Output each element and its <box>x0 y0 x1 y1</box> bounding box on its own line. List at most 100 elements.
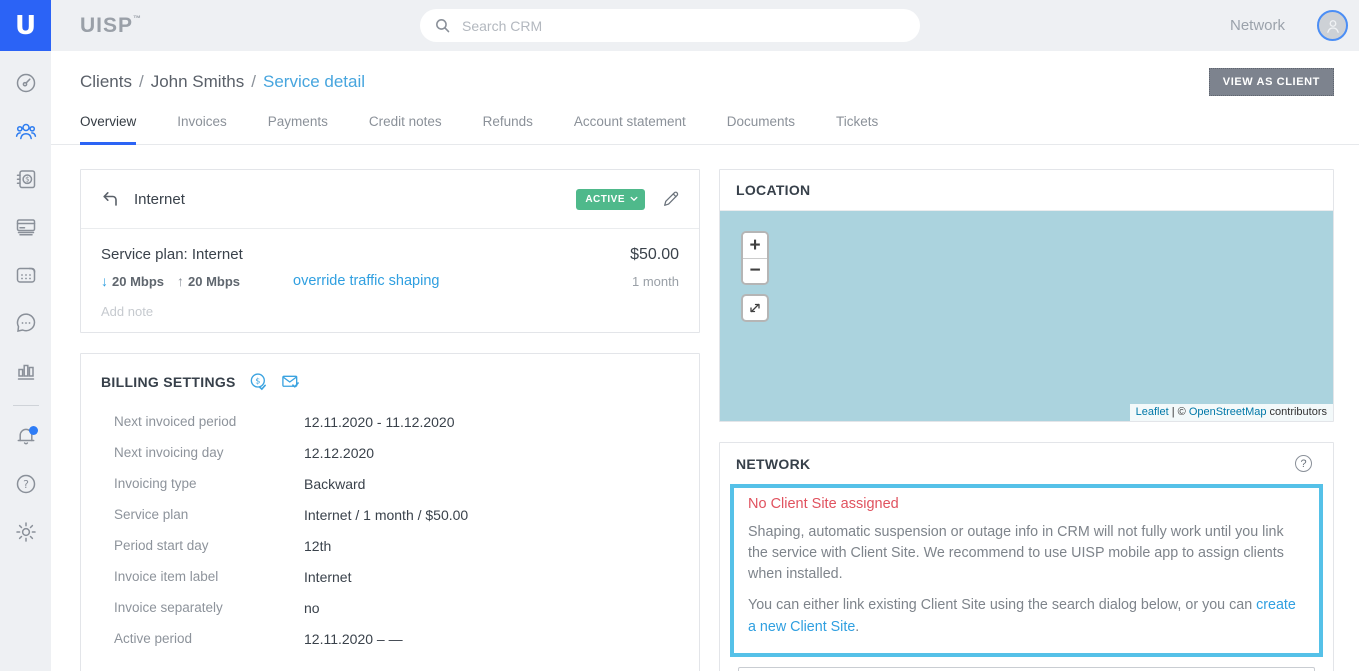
billing-row: Invoicing typeBackward <box>114 468 679 499</box>
leaflet-link[interactable]: Leaflet <box>1136 406 1169 418</box>
scheduling-icon <box>14 263 38 292</box>
upload-icon: ↑ <box>177 273 184 289</box>
sidebar-item-help[interactable]: ? <box>0 462 51 510</box>
tab-invoices[interactable]: Invoices <box>177 114 227 145</box>
search-icon <box>434 17 451 34</box>
pencil-icon <box>662 190 680 208</box>
edit-service-button[interactable] <box>662 190 680 208</box>
billing-icon: $ <box>14 167 38 196</box>
breadcrumb: Clients/John Smiths/Service detail <box>80 72 365 92</box>
breadcrumb-client-name[interactable]: John Smiths <box>151 72 245 91</box>
override-traffic-shaping-link[interactable]: override traffic shaping <box>293 273 439 289</box>
service-plan-name: Service plan: Internet <box>101 246 243 263</box>
search-crm-input[interactable] <box>462 18 906 34</box>
sidebar-item-clients[interactable] <box>0 109 51 157</box>
openstreetmap-link[interactable]: OpenStreetMap <box>1189 406 1267 418</box>
tab-credit-notes[interactable]: Credit notes <box>369 114 442 145</box>
sidebar-item-messages[interactable] <box>0 301 51 349</box>
map-zoom-out-button[interactable]: − <box>743 258 767 283</box>
sidebar-item-settings[interactable] <box>0 510 51 558</box>
svg-text:?: ? <box>23 477 29 490</box>
billing-settings-card: BILLING SETTINGS $ Next invoiced period1… <box>80 353 700 671</box>
sidebar-item-reports[interactable] <box>0 349 51 397</box>
global-search <box>420 9 920 42</box>
tab-payments[interactable]: Payments <box>268 114 328 145</box>
topbar: UISP™ Network <box>51 0 1359 51</box>
download-icon: ↓ <box>101 273 108 289</box>
invoice-email-icon[interactable] <box>281 372 300 391</box>
sidebar: U $ <box>0 0 51 671</box>
avatar[interactable] <box>1317 10 1348 41</box>
messages-icon <box>14 311 38 340</box>
location-card: LOCATION + − Leaflet | © OpenStreetMap c… <box>719 169 1334 422</box>
map-expand-button[interactable] <box>741 294 769 322</box>
right-column: LOCATION + − Leaflet | © OpenStreetMap c… <box>719 169 1334 671</box>
service-card-header: Internet ACTIVE <box>81 170 699 229</box>
service-title: Internet <box>134 191 185 208</box>
sidebar-item-notifications[interactable] <box>0 414 51 462</box>
network-card: NETWORK ? No Client Site assigned Shapin… <box>719 442 1334 671</box>
map-canvas[interactable]: + − Leaflet | © OpenStreetMap contributo… <box>720 211 1333 421</box>
gear-icon <box>14 520 38 549</box>
chevron-down-icon <box>630 196 638 202</box>
map-zoom-in-button[interactable]: + <box>743 233 767 258</box>
billing-row: Active period12.11.2020 – — <box>114 623 679 654</box>
network-link[interactable]: Network <box>1230 17 1285 34</box>
billing-settings-header: BILLING SETTINGS $ <box>81 354 699 404</box>
svg-text:$: $ <box>255 376 260 385</box>
service-speeds: ↓ 20 Mbps ↑ 20 Mbps override traffic sha… <box>101 273 439 289</box>
uisp-logo[interactable]: U <box>0 0 51 51</box>
content-columns: Internet ACTIVE <box>51 145 1359 671</box>
notification-dot <box>29 426 38 435</box>
network-help-icon[interactable]: ? <box>1295 455 1312 472</box>
location-header: LOCATION <box>720 170 1333 211</box>
billing-row: Next invoiced period12.11.2020 - 11.12.2… <box>114 406 679 437</box>
billing-row: Invoice separatelyno <box>114 592 679 623</box>
help-icon: ? <box>14 472 38 501</box>
sidebar-item-billing[interactable]: $ <box>0 157 51 205</box>
sidebar-nav: $ ? <box>0 51 51 558</box>
clients-icon <box>14 119 38 148</box>
warning-paragraph-2: You can either link existing Client Site… <box>748 595 1305 637</box>
client-site-search <box>738 667 1315 671</box>
billing-row: Next invoicing day12.12.2020 <box>114 437 679 468</box>
main-content: Clients/John Smiths/Service detail VIEW … <box>51 51 1359 671</box>
back-arrow-icon <box>100 189 120 209</box>
tab-overview[interactable]: Overview <box>80 114 136 145</box>
back-button[interactable] <box>100 189 120 209</box>
network-title: NETWORK <box>736 456 810 472</box>
uisp-crm-app: U $ <box>0 0 1359 671</box>
service-card-body: Service plan: Internet $50.00 ↓ 20 Mbps … <box>81 229 699 332</box>
view-as-client-button[interactable]: VIEW AS CLIENT <box>1209 68 1334 96</box>
service-period: 1 month <box>632 274 679 289</box>
warning-title: No Client Site assigned <box>748 496 1305 512</box>
sidebar-divider <box>13 405 39 406</box>
brand-wordmark: UISP™ <box>80 14 142 38</box>
map-attribution: Leaflet | © OpenStreetMap contributors <box>1130 404 1333 421</box>
left-column: Internet ACTIVE <box>80 169 700 671</box>
status-badge[interactable]: ACTIVE <box>576 189 645 210</box>
breadcrumb-clients[interactable]: Clients <box>80 72 132 91</box>
tab-documents[interactable]: Documents <box>727 114 795 145</box>
sidebar-item-dashboard[interactable] <box>0 61 51 109</box>
service-card: Internet ACTIVE <box>80 169 700 333</box>
expand-icon <box>748 301 762 315</box>
payments-icon <box>14 215 38 244</box>
billing-row: Period start day12th <box>114 530 679 561</box>
uisp-logo-letter: U <box>15 11 36 41</box>
tab-bar: Overview Invoices Payments Credit notes … <box>51 99 1359 145</box>
tab-refunds[interactable]: Refunds <box>483 114 533 145</box>
tab-tickets[interactable]: Tickets <box>836 114 878 145</box>
billing-row: Service planInternet / 1 month / $50.00 <box>114 499 679 530</box>
sidebar-item-payments[interactable] <box>0 205 51 253</box>
no-client-site-warning: No Client Site assigned Shaping, automat… <box>730 484 1323 657</box>
download-speed: 20 Mbps <box>112 274 164 289</box>
add-note-field[interactable]: Add note <box>101 304 679 319</box>
upload-speed: 20 Mbps <box>188 274 240 289</box>
autopay-dollar-icon[interactable]: $ <box>249 372 268 391</box>
billing-settings-title: BILLING SETTINGS <box>101 374 236 390</box>
tab-account-statement[interactable]: Account statement <box>574 114 686 145</box>
breadcrumb-service-detail: Service detail <box>263 72 365 91</box>
map-zoom-controls: + − <box>741 231 769 285</box>
sidebar-item-scheduling[interactable] <box>0 253 51 301</box>
